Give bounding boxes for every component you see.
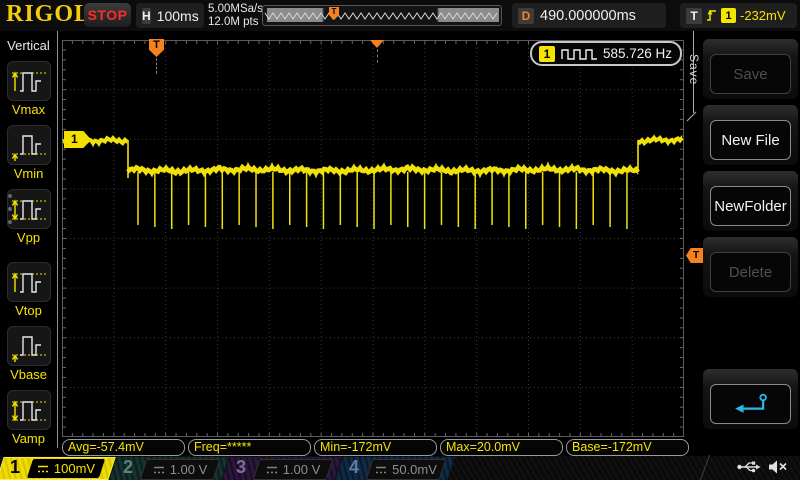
- left-menu-label: Vmax: [11, 102, 46, 117]
- vamp-icon: [6, 390, 51, 430]
- left-menu-label: Vamp: [12, 431, 45, 446]
- measurement-avg: Avg=-57.4mV: [62, 439, 185, 456]
- vmin-icon: [6, 125, 51, 165]
- horizontal-timebase-box[interactable]: H 100ms: [136, 3, 204, 28]
- acquisition-info: 5.00MSa/s 12.0M pts: [208, 3, 263, 29]
- trigger-level-marker[interactable]: T: [686, 248, 703, 263]
- left-menu-item-vpp[interactable]: Vpp: [6, 189, 51, 245]
- dc-coupling-icon: [153, 466, 164, 473]
- sample-rate: 5.00MSa/s: [208, 3, 263, 15]
- waveform-preview-strip: T: [262, 5, 502, 26]
- left-menu-separator: [57, 31, 58, 448]
- dc-coupling-icon: [266, 466, 277, 473]
- channel-2-number: 2: [123, 457, 134, 477]
- softkey-slot-1: Save: [703, 39, 798, 99]
- channel-3-badge[interactable]: 3 1.00 V: [222, 457, 342, 480]
- new-folder-button[interactable]: NewFolder: [710, 186, 791, 226]
- channel-2-scale: 1.00 V: [169, 462, 208, 477]
- left-menu-label: Vtop: [15, 303, 42, 318]
- trigger-source-badge: 1: [721, 8, 736, 23]
- left-measure-menu: Vertical Vmax Vmin Vpp Vtop Vbase Vamp: [0, 31, 57, 448]
- channel-3-scale-box: 1.00 V: [252, 459, 334, 480]
- dc-coupling-icon: [376, 466, 387, 473]
- channel-3-scale: 1.00 V: [282, 462, 321, 477]
- page-indicator-dots: [8, 194, 12, 224]
- frequency-counter: 1 585.726 Hz: [530, 41, 682, 66]
- channel-4-scale: 50.0mV: [392, 462, 437, 477]
- trigger-box[interactable]: T 1 -232mV: [680, 3, 797, 28]
- trigger-position-line: [156, 58, 157, 74]
- left-menu-item-vtop[interactable]: Vtop: [6, 262, 51, 318]
- run-state-badge[interactable]: STOP: [84, 3, 131, 27]
- left-menu-label: Vmin: [13, 166, 44, 181]
- softkey-slot-6: [703, 369, 798, 429]
- vbase-icon: [6, 326, 51, 366]
- measurement-base: Base=-172mV: [566, 439, 689, 456]
- measurement-min: Min=-172mV: [314, 439, 437, 456]
- channel-1-badge[interactable]: 1 100mV: [0, 457, 116, 480]
- return-arrow-icon: [734, 393, 767, 413]
- counter-frequency-value: 585.726 Hz: [603, 46, 673, 61]
- vmax-icon: [6, 61, 51, 101]
- channel-4-badge[interactable]: 4 50.0mV: [335, 457, 455, 480]
- new-file-button[interactable]: New File: [710, 120, 791, 160]
- pulse-train-icon: [561, 48, 597, 60]
- back-button[interactable]: [710, 384, 791, 424]
- left-menu-item-vmin[interactable]: Vmin: [6, 125, 51, 181]
- delete-button[interactable]: Delete: [710, 252, 791, 292]
- save-button[interactable]: Save: [710, 54, 791, 94]
- delay-reference-marker: [370, 40, 384, 48]
- menu-tab-save: Save: [687, 54, 701, 86]
- channel-1-number: 1: [10, 457, 21, 477]
- channel-4-number: 4: [349, 457, 360, 477]
- sound-muted-icon: [769, 460, 787, 474]
- usb-icon: [737, 461, 761, 473]
- left-menu-title: Vertical: [7, 38, 50, 53]
- channel-1-scale-box: 100mV: [26, 459, 106, 478]
- left-menu-item-vamp[interactable]: Vamp: [6, 390, 51, 446]
- oscilloscope-screen: RIGOL STOP H 100ms 5.00MSa/s 12.0M pts T…: [0, 0, 800, 480]
- channel-2-badge[interactable]: 2 1.00 V: [109, 457, 229, 480]
- vtop-icon: [6, 262, 51, 302]
- delay-reference-line: [377, 49, 378, 63]
- left-menu-label: Vbase: [10, 367, 47, 382]
- softkey-slot-4: Delete: [703, 237, 798, 297]
- timebase-value: 100ms: [156, 7, 199, 24]
- counter-channel-badge: 1: [539, 45, 555, 62]
- channel-4-scale-box: 50.0mV: [365, 459, 447, 480]
- softkey-slot-2: New File: [703, 105, 798, 165]
- channel-1-scale: 100mV: [53, 461, 96, 476]
- delay-value: 490.000000ms: [540, 7, 636, 24]
- softkey-slot-3: NewFolder: [703, 171, 798, 231]
- preview-waveform: [264, 8, 499, 22]
- top-status-bar: RIGOL STOP H 100ms 5.00MSa/s 12.0M pts T…: [0, 0, 800, 31]
- vpp-icon: [6, 189, 51, 229]
- right-menu-tab-notch: [686, 111, 697, 122]
- delay-box[interactable]: D 490.000000ms: [512, 3, 666, 28]
- rigol-logo: RIGOL: [6, 1, 92, 27]
- measurement-freq: Freq=*****: [188, 439, 311, 456]
- channel-status-bar: 1 100mV 2 1.00 V 3 1.00 V 4 50.0mV: [0, 454, 800, 480]
- left-menu-item-vbase[interactable]: Vbase: [6, 326, 51, 382]
- waveform-display-grid: [62, 40, 684, 437]
- memory-depth: 12.0M pts: [208, 16, 259, 28]
- t-key-label: T: [686, 7, 702, 24]
- rising-edge-icon: [707, 9, 716, 21]
- channel-2-scale-box: 1.00 V: [139, 459, 221, 480]
- channel-3-number: 3: [236, 457, 247, 477]
- trigger-level-value: -232mV: [740, 8, 786, 23]
- left-menu-label: Vpp: [16, 230, 41, 245]
- dc-coupling-icon: [37, 465, 48, 472]
- measurement-max: Max=20.0mV: [440, 439, 563, 456]
- d-key-label: D: [518, 7, 534, 24]
- left-menu-item-vmax[interactable]: Vmax: [6, 61, 51, 117]
- h-key-label: H: [142, 7, 151, 24]
